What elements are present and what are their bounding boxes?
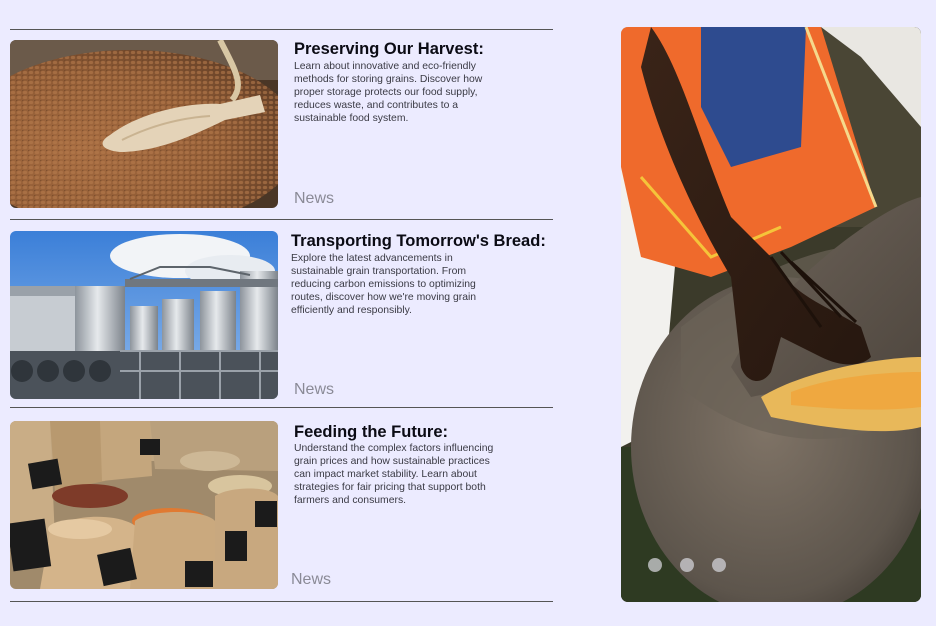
article-card-transport[interactable]: Transporting Tomorrow's Bread: Explore t… [10, 231, 553, 401]
news-tag[interactable]: News [294, 381, 334, 399]
news-page: Preserving Our Harvest: Learn about inno… [0, 0, 936, 626]
article-title[interactable]: Transporting Tomorrow's Bread: [291, 232, 546, 251]
divider [10, 219, 553, 220]
carousel-dot-3[interactable] [712, 558, 726, 572]
article-description: Explore the latest advancements in susta… [291, 253, 477, 316]
carousel-dots [648, 558, 726, 572]
grain-sacks-image[interactable] [10, 421, 278, 589]
article-card-storage[interactable]: Preserving Our Harvest: Learn about inno… [10, 40, 553, 210]
silos-image[interactable] [10, 231, 278, 399]
buckwheat-image[interactable] [10, 40, 278, 208]
news-tag[interactable]: News [291, 571, 331, 589]
news-tag[interactable]: News [294, 190, 334, 208]
article-description: Understand the complex factors influenci… [294, 443, 494, 506]
carousel-dot-2[interactable] [680, 558, 694, 572]
carousel-dot-1[interactable] [648, 558, 662, 572]
article-card-market[interactable]: Feeding the Future: Understand the compl… [10, 421, 553, 591]
article-title[interactable]: Preserving Our Harvest: [294, 40, 484, 59]
divider [10, 601, 553, 602]
article-title[interactable]: Feeding the Future: [294, 423, 448, 442]
divider [10, 407, 553, 408]
hero-carousel-image[interactable] [621, 27, 921, 602]
article-description: Learn about innovative and eco-friendly … [294, 61, 483, 124]
divider [10, 29, 553, 30]
